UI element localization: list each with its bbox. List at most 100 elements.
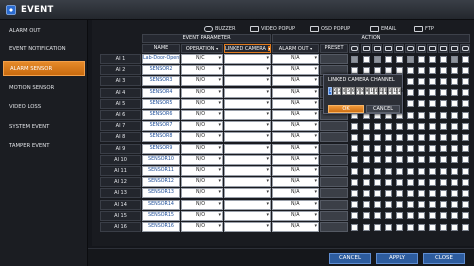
action-checkbox[interactable] bbox=[373, 178, 381, 186]
action-checkbox[interactable] bbox=[417, 201, 425, 209]
action-checkbox[interactable] bbox=[439, 189, 447, 197]
operation-select[interactable]: N/C bbox=[181, 54, 223, 64]
action-checkbox[interactable] bbox=[439, 201, 447, 209]
action-checkbox[interactable] bbox=[450, 111, 458, 119]
action-checkbox[interactable] bbox=[384, 223, 392, 231]
action-checkbox[interactable] bbox=[362, 223, 370, 231]
camera-channel-checkbox[interactable]: 4 bbox=[341, 87, 346, 95]
action-checkbox[interactable] bbox=[362, 212, 370, 220]
action-checkbox[interactable] bbox=[406, 55, 414, 63]
action-checkbox[interactable] bbox=[406, 189, 414, 197]
action-checkbox[interactable] bbox=[406, 156, 414, 164]
operation-select[interactable]: N/O bbox=[181, 166, 223, 176]
action-checkbox[interactable] bbox=[428, 66, 436, 74]
sidebar-item-video-loss[interactable]: VIDEO LOSS bbox=[3, 100, 85, 115]
linked-camera-select[interactable] bbox=[224, 76, 271, 87]
action-checkbox[interactable] bbox=[373, 189, 381, 197]
column-operation[interactable]: OPERATION ▾ bbox=[181, 44, 223, 53]
action-checkbox[interactable] bbox=[406, 77, 414, 85]
operation-select[interactable]: N/O bbox=[181, 154, 223, 165]
action-checkbox[interactable] bbox=[439, 77, 447, 85]
action-checkbox[interactable] bbox=[362, 156, 370, 164]
action-checkbox[interactable] bbox=[461, 212, 469, 220]
action-checkbox[interactable] bbox=[428, 178, 436, 186]
action-checkbox[interactable] bbox=[384, 145, 392, 153]
action-checkbox[interactable] bbox=[461, 189, 469, 197]
linked-camera-select[interactable] bbox=[224, 222, 271, 232]
action-checkbox[interactable] bbox=[450, 66, 458, 74]
action-checkbox[interactable] bbox=[417, 100, 425, 108]
action-checkbox[interactable] bbox=[428, 201, 436, 209]
sensor-name-field[interactable]: SENSOR9 bbox=[142, 143, 180, 154]
action-checkbox[interactable] bbox=[417, 167, 425, 175]
action-checkbox[interactable] bbox=[450, 77, 458, 85]
action-checkbox[interactable] bbox=[417, 156, 425, 164]
camera-channel-checkbox[interactable]: 14 bbox=[387, 87, 394, 95]
action-checkbox[interactable] bbox=[461, 100, 469, 108]
action-checkbox[interactable] bbox=[461, 178, 469, 186]
linked-camera-select[interactable] bbox=[224, 98, 271, 109]
action-checkbox[interactable] bbox=[395, 145, 403, 153]
alarm-out-select[interactable]: N/A bbox=[272, 76, 319, 87]
action-checkbox[interactable] bbox=[417, 223, 425, 231]
action-checkbox[interactable] bbox=[428, 156, 436, 164]
camera-channel-checkbox[interactable]: 12 bbox=[378, 87, 385, 95]
sidebar-item-system-event[interactable]: SYSTEM EVENT bbox=[3, 120, 85, 135]
action-checkbox[interactable] bbox=[373, 167, 381, 175]
linked-camera-select[interactable] bbox=[224, 143, 271, 154]
camera-channel-checkbox[interactable]: 1 bbox=[328, 87, 333, 95]
action-checkbox[interactable] bbox=[439, 223, 447, 231]
operation-select[interactable]: N/O bbox=[181, 110, 223, 120]
action-checkbox[interactable] bbox=[384, 55, 392, 63]
action-checkbox[interactable] bbox=[461, 145, 469, 153]
alarm-out-select[interactable]: N/A bbox=[272, 154, 319, 165]
alarm-out-select[interactable]: N/A bbox=[272, 132, 319, 143]
linked-camera-select[interactable] bbox=[224, 154, 271, 165]
sidebar-item-tamper-event[interactable]: TAMPER EVENT bbox=[3, 139, 85, 154]
sidebar-item-alarm-out[interactable]: ALARM OUT bbox=[3, 24, 85, 39]
sensor-name-field[interactable]: SENSOR12 bbox=[142, 177, 180, 188]
close-button[interactable]: CLOSE bbox=[423, 253, 465, 264]
apply-button[interactable]: APPLY bbox=[376, 253, 418, 264]
action-checkbox[interactable] bbox=[406, 122, 414, 130]
sensor-name-field[interactable]: SENSOR14 bbox=[142, 199, 180, 210]
action-checkbox[interactable] bbox=[362, 55, 370, 63]
action-checkbox[interactable] bbox=[450, 212, 458, 220]
action-checkbox[interactable] bbox=[373, 212, 381, 220]
action-checkbox[interactable] bbox=[395, 167, 403, 175]
action-checkbox[interactable] bbox=[450, 189, 458, 197]
action-checkbox[interactable] bbox=[461, 66, 469, 74]
operation-select[interactable]: N/O bbox=[181, 143, 223, 154]
action-checkbox[interactable] bbox=[373, 156, 381, 164]
sensor-name-field[interactable]: SENSOR5 bbox=[142, 98, 180, 109]
operation-select[interactable]: N/O bbox=[181, 98, 223, 109]
action-checkbox[interactable] bbox=[406, 145, 414, 153]
linked-camera-select[interactable] bbox=[224, 210, 271, 221]
linked-camera-select[interactable] bbox=[224, 199, 271, 210]
action-checkbox[interactable] bbox=[395, 223, 403, 231]
sensor-name-field[interactable]: SENSOR16 bbox=[142, 222, 180, 232]
action-checkbox[interactable] bbox=[395, 212, 403, 220]
action-checkbox[interactable] bbox=[461, 111, 469, 119]
action-checkbox[interactable] bbox=[350, 55, 358, 63]
action-checkbox[interactable] bbox=[395, 133, 403, 141]
linked-camera-select[interactable] bbox=[224, 87, 271, 98]
action-checkbox[interactable] bbox=[417, 133, 425, 141]
sensor-name-field[interactable]: SENSOR8 bbox=[142, 132, 180, 143]
action-checkbox[interactable] bbox=[417, 178, 425, 186]
action-checkbox[interactable] bbox=[373, 223, 381, 231]
action-checkbox[interactable] bbox=[406, 178, 414, 186]
action-checkbox[interactable] bbox=[384, 122, 392, 130]
alarm-out-select[interactable]: N/A bbox=[272, 188, 319, 199]
operation-select[interactable]: N/O bbox=[181, 210, 223, 221]
action-checkbox[interactable] bbox=[428, 212, 436, 220]
camera-channel-checkbox[interactable]: 16 bbox=[397, 87, 403, 95]
linked-camera-select[interactable] bbox=[224, 177, 271, 188]
alarm-out-select[interactable]: N/A bbox=[272, 54, 319, 64]
alarm-out-select[interactable]: N/A bbox=[272, 210, 319, 221]
camera-channel-checkbox[interactable]: 3 bbox=[337, 87, 342, 95]
action-checkbox[interactable] bbox=[373, 145, 381, 153]
action-checkbox[interactable] bbox=[428, 189, 436, 197]
action-checkbox[interactable] bbox=[439, 66, 447, 74]
action-checkbox[interactable] bbox=[350, 201, 358, 209]
